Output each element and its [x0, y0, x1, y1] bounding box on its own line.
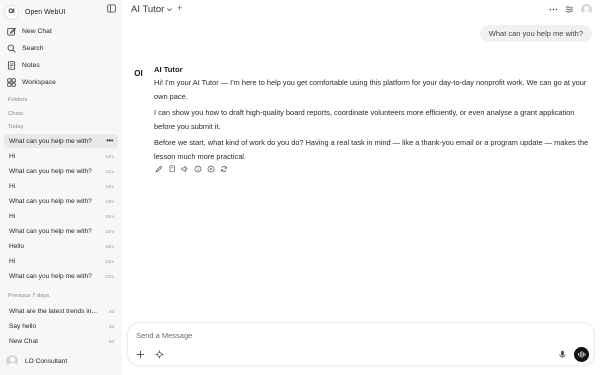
- chat-item[interactable]: What can you help me with? 16m: [4, 224, 118, 238]
- pencil-square-icon: [7, 27, 16, 36]
- app-name: Open WebUI: [25, 8, 66, 16]
- chat-title: Hi: [9, 182, 16, 190]
- chat-item[interactable]: Hi 13m: [4, 179, 118, 193]
- chat-time: 15m: [105, 213, 114, 219]
- chat-item[interactable]: What can you help me with? 11m: [4, 164, 118, 178]
- chat-title: What can you help me with?: [9, 167, 92, 175]
- regenerate-icon[interactable]: [220, 165, 228, 173]
- avatar[interactable]: [581, 4, 592, 15]
- microphone-icon[interactable]: [558, 350, 567, 359]
- chat-more-icon[interactable]: •••: [106, 137, 113, 145]
- waveform-icon: [577, 350, 586, 359]
- chat-title: Hello: [9, 242, 25, 250]
- nav-label: Search: [22, 44, 44, 52]
- nav-label: Workspace: [22, 78, 56, 86]
- chat-time: 4d: [108, 323, 114, 329]
- user-name: LO Consultant: [25, 357, 68, 365]
- nav-workspace[interactable]: Workspace: [4, 75, 118, 89]
- chat-time: 13m: [105, 183, 114, 189]
- voice-mode-button[interactable]: [574, 347, 589, 362]
- brand[interactable]: OI Open WebUI: [4, 3, 118, 21]
- plus-icon[interactable]: [136, 350, 145, 359]
- chat-time: 21m: [105, 258, 114, 264]
- controls-icon[interactable]: [565, 5, 574, 14]
- chat-time: 5d: [108, 338, 114, 344]
- chat-title: Hi: [9, 257, 16, 265]
- folders-label[interactable]: Folders: [8, 97, 27, 103]
- search-icon: [7, 44, 16, 53]
- chat-item[interactable]: Hello 18m: [4, 239, 118, 253]
- top-bar: AI Tutor +: [122, 0, 600, 20]
- assistant-name: AI Tutor: [154, 65, 183, 74]
- chat-item[interactable]: Hi 15m: [4, 209, 118, 223]
- app-logo: OI: [4, 4, 19, 20]
- chat-time: 4d: [108, 308, 114, 314]
- chevron-down-icon[interactable]: [166, 6, 173, 13]
- avatar: [6, 355, 18, 367]
- chat-title: What are the latest trends in...: [9, 307, 97, 315]
- chats-label[interactable]: Chats: [8, 111, 23, 117]
- assistant-avatar: OI: [134, 69, 143, 78]
- sidebar-toggle-icon[interactable]: [107, 4, 116, 13]
- assistant-paragraph: I can show you how to draft high-quality…: [154, 108, 575, 131]
- chat-title: What can you help me with?: [9, 227, 92, 235]
- message-composer: Send a Message: [127, 322, 595, 366]
- info-icon[interactable]: [194, 165, 202, 173]
- model-selector[interactable]: AI Tutor: [131, 4, 164, 15]
- assistant-message: Hi! I'm your AI Tutor — I'm here to help…: [154, 76, 590, 166]
- chat-item[interactable]: What can you help me with? •••: [4, 134, 118, 148]
- chat-title: What can you help me with?: [9, 137, 92, 145]
- more-options-icon[interactable]: [549, 5, 558, 14]
- chat-item[interactable]: Hi 21m: [4, 254, 118, 268]
- chat-item[interactable]: What can you help me with? 13m: [4, 194, 118, 208]
- workspace-icon: [7, 77, 16, 87]
- notes-icon: [7, 60, 16, 70]
- message-input[interactable]: Send a Message: [136, 331, 192, 340]
- message-actions: [155, 164, 233, 174]
- chat-time: 10m: [105, 153, 114, 159]
- chat-time: 21m: [105, 273, 114, 279]
- nav-label: New Chat: [22, 27, 52, 35]
- chat-time: 13m: [105, 198, 114, 204]
- add-model-button[interactable]: +: [177, 3, 182, 13]
- chat-title: What can you help me with?: [9, 272, 92, 280]
- chat-time: 11m: [105, 168, 114, 174]
- tools-icon[interactable]: [155, 350, 164, 359]
- user-menu[interactable]: LO Consultant: [4, 353, 118, 369]
- nav-new-chat[interactable]: New Chat: [4, 24, 118, 38]
- previous-7-days-label: Previous 7 days: [8, 293, 50, 299]
- chat-item[interactable]: What can you help me with? 21m: [4, 269, 118, 283]
- today-label: Today: [8, 124, 24, 130]
- nav-label: Notes: [22, 61, 40, 69]
- chat-item[interactable]: Hi 10m: [4, 149, 118, 163]
- assistant-paragraph: Hi! I'm your AI Tutor — I'm here to help…: [154, 78, 587, 101]
- chat-time: 16m: [105, 228, 114, 234]
- chat-title: Hi: [9, 212, 16, 220]
- chat-time: 18m: [105, 243, 114, 249]
- sidebar: OI Open WebUI New Chat Search Notes Work…: [0, 0, 122, 375]
- chat-title: Say hello: [9, 322, 37, 330]
- copy-icon[interactable]: [168, 165, 176, 173]
- edit-icon[interactable]: [155, 165, 163, 173]
- assistant-paragraph: Before we start, what kind of work do yo…: [154, 138, 589, 161]
- chat-item[interactable]: What are the latest trends in... 4d: [4, 304, 118, 318]
- chat-title: New Chat: [9, 337, 38, 345]
- chat-item[interactable]: Say hello 4d: [4, 319, 118, 333]
- nav-notes[interactable]: Notes: [4, 58, 118, 72]
- user-message: What can you help me with?: [479, 25, 592, 42]
- nav-search[interactable]: Search: [4, 41, 118, 55]
- continue-icon[interactable]: [207, 165, 215, 173]
- chat-item[interactable]: New Chat 5d: [4, 334, 118, 348]
- speaker-icon[interactable]: [181, 165, 189, 173]
- chat-title: What can you help me with?: [9, 197, 92, 205]
- chat-title: Hi: [9, 152, 16, 160]
